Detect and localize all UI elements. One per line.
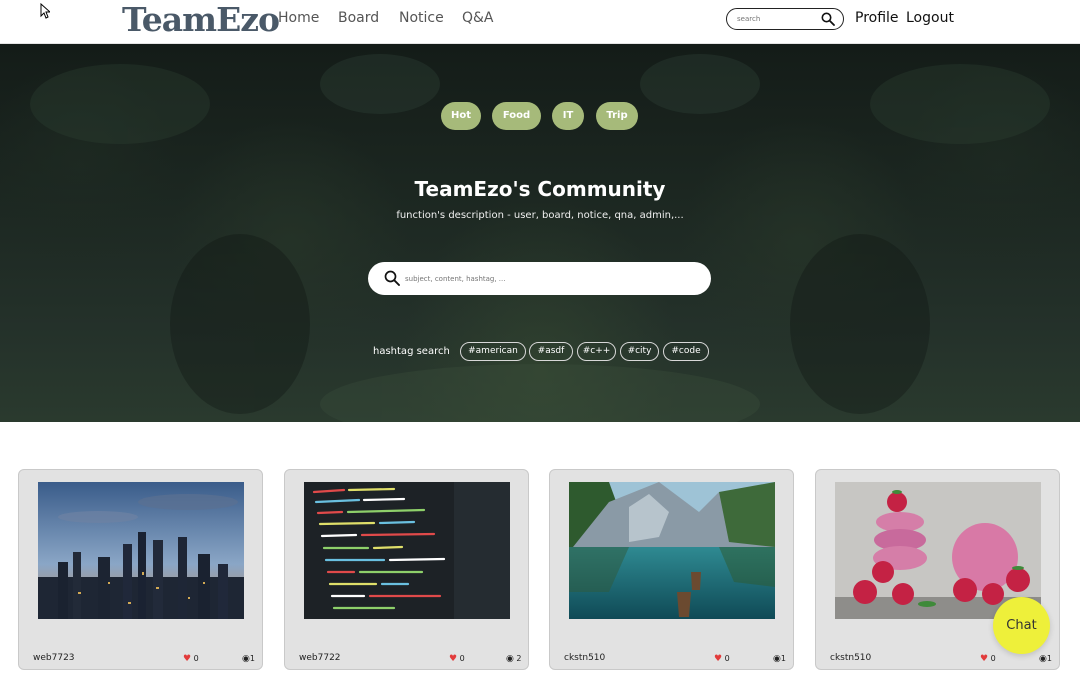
post-image-lake[interactable] [569,482,775,619]
hero-banner: Hot Food IT Trip TeamEzo's Community fun… [0,44,1080,422]
hashtag-american[interactable]: #american [460,342,526,361]
eye-icon: ◉ [773,654,781,664]
post-author: ckstn510 [830,653,872,663]
header-search-input[interactable] [737,13,817,25]
hashtag-cpp[interactable]: #c++ [577,342,616,361]
main-search-input[interactable] [405,271,695,286]
like-value: 0 [990,654,996,663]
eye-icon: ◉ [242,654,250,664]
top-header: TeamEzo Home Board Notice Q&A Profile Lo… [0,0,1080,44]
view-count: ◉1 [1039,654,1052,664]
hero-title: TeamEzo's Community [414,177,666,201]
category-it[interactable]: IT [552,102,584,130]
hashtag-city[interactable]: #city [620,342,659,361]
category-trip[interactable]: Trip [596,102,638,130]
post-card[interactable]: ckstn510 ♥ 0 ◉1 [549,469,794,670]
post-card[interactable]: web7723 ♥ 0 ◉1 [18,469,263,670]
logout-link[interactable]: Logout [906,10,954,26]
view-value: 1 [1046,654,1052,663]
view-count: ◉1 [242,654,255,664]
like-count[interactable]: ♥ 0 [980,654,996,664]
forest-background [30,54,1050,422]
like-count[interactable]: ♥ 0 [449,654,465,664]
logo[interactable]: TeamEzo [122,0,280,40]
main-search-bar [368,262,711,295]
nav-board[interactable]: Board [338,10,379,26]
heart-icon: ♥ [183,654,192,664]
hashtag-search-label: hashtag search [373,346,450,357]
heart-icon: ♥ [980,654,989,664]
like-value: 0 [193,654,199,663]
like-value: 0 [459,654,465,663]
category-food[interactable]: Food [492,102,541,130]
post-author: web7722 [299,653,341,663]
nav-qna[interactable]: Q&A [462,10,494,26]
nav-notice[interactable]: Notice [399,10,444,26]
post-image-city[interactable] [38,482,244,619]
hashtag-asdf[interactable]: #asdf [529,342,573,361]
eye-icon: ◉ [506,654,514,664]
search-icon[interactable] [821,12,835,26]
profile-link[interactable]: Profile [855,10,899,26]
view-value: 2 [516,654,522,663]
post-author: web7723 [33,653,75,663]
category-hot[interactable]: Hot [441,102,481,130]
view-value: 1 [249,654,255,663]
like-count[interactable]: ♥ 0 [714,654,730,664]
post-image-code[interactable] [304,482,510,619]
chat-button[interactable]: Chat [993,597,1050,654]
hero-description: function's description - user, board, no… [396,210,684,221]
eye-icon: ◉ [1039,654,1047,664]
mouse-cursor-icon [40,3,50,19]
header-search [726,8,844,30]
nav-home[interactable]: Home [278,10,319,26]
like-value: 0 [724,654,730,663]
view-count: ◉ 2 [506,654,522,664]
search-icon[interactable] [384,270,400,286]
like-count[interactable]: ♥ 0 [183,654,199,664]
heart-icon: ♥ [714,654,723,664]
view-value: 1 [780,654,786,663]
post-author: ckstn510 [564,653,606,663]
hashtag-code[interactable]: #code [663,342,709,361]
post-card[interactable]: web7722 ♥ 0 ◉ 2 [284,469,529,670]
view-count: ◉1 [773,654,786,664]
heart-icon: ♥ [449,654,458,664]
